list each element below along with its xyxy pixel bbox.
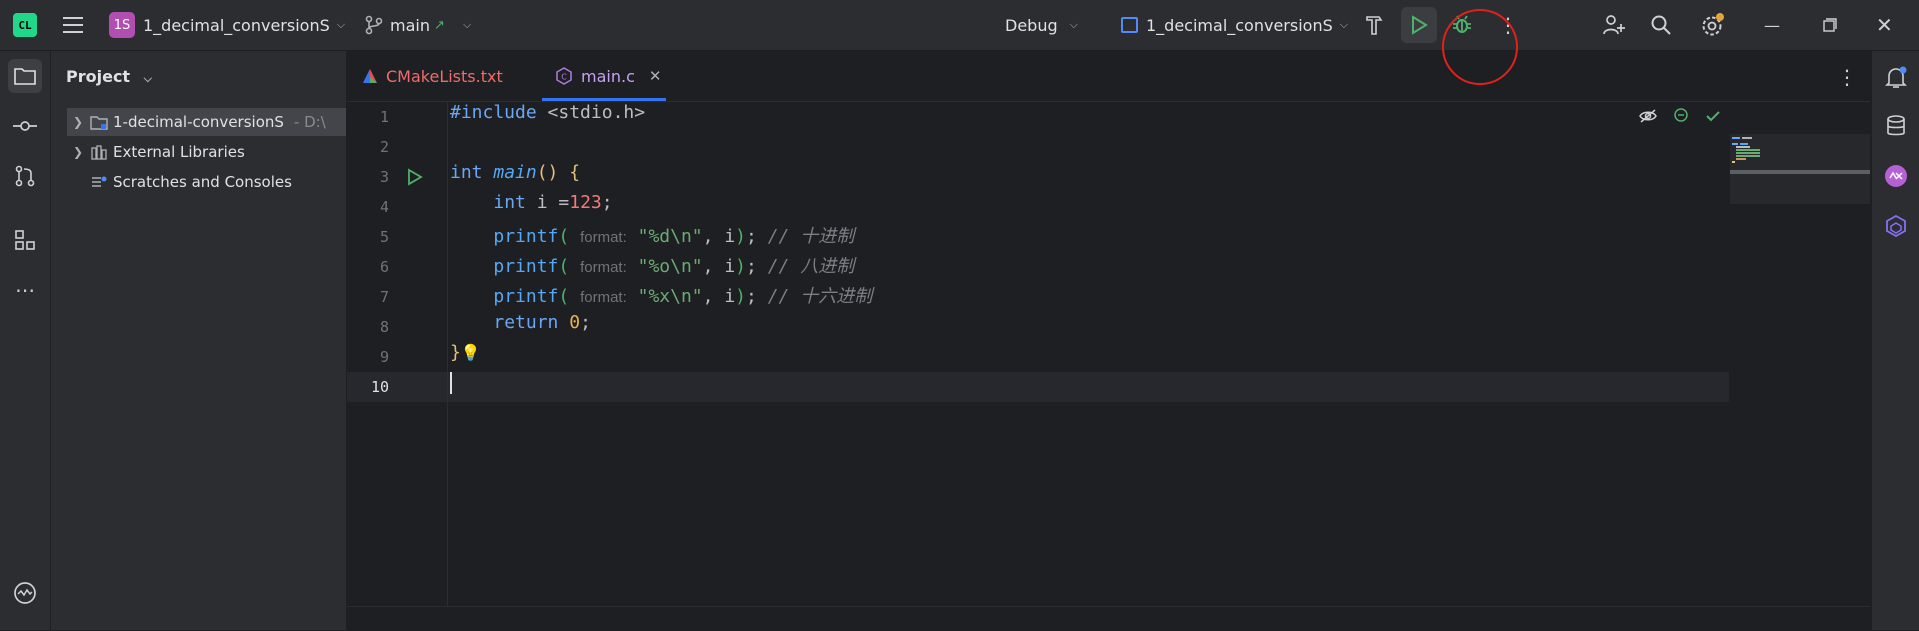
- project-name: 1_decimal_conversionS: [143, 15, 330, 35]
- code-line: printf( format: "%x\n", i); // 十六进制: [493, 286, 873, 307]
- main-menu-icon[interactable]: [62, 0, 84, 50]
- cmake-icon: [363, 69, 377, 83]
- restore-window-icon[interactable]: [1823, 0, 1837, 50]
- parameter-hint: format:: [580, 259, 627, 276]
- code-line: printf( format: "%o\n", i); // 八进制: [493, 256, 855, 277]
- clion-logo-icon[interactable]: CL: [13, 13, 37, 37]
- code-line: }💡: [450, 342, 481, 363]
- project-tool-window: Project ⌵ ❯ 1-decimal-conversionS - D:\ …: [51, 51, 347, 630]
- code-line: int i =123;: [493, 192, 613, 213]
- minimize-window-icon[interactable]: —: [1764, 0, 1780, 50]
- line-number: 9: [379, 348, 389, 366]
- minimap-preview: [1732, 137, 1760, 163]
- code-minimap[interactable]: [1730, 134, 1870, 204]
- library-icon: [89, 144, 109, 160]
- chevron-right-icon[interactable]: ❯: [67, 115, 89, 129]
- line-number: 1: [379, 108, 389, 126]
- tab-cmakelists[interactable]: CMakeLists.txt: [362, 51, 503, 101]
- tab-main-c[interactable]: C main.c ✕: [555, 51, 661, 101]
- code-line: int main() {: [450, 162, 581, 183]
- tree-item-path: - D:\: [293, 113, 326, 131]
- parameter-hint: format:: [580, 289, 627, 306]
- current-line-highlight: [347, 372, 1729, 402]
- project-folder-icon[interactable]: [8, 59, 42, 93]
- editor-bottom-strip: [347, 606, 1870, 631]
- inspection-widget: [1639, 107, 1721, 127]
- editor-gutter: 1 2 3 4 5 6 7 8 9 10: [347, 102, 448, 612]
- reader-mode-eye-icon[interactable]: [1639, 108, 1657, 127]
- tree-item-external-libraries[interactable]: ❯ External Libraries: [67, 138, 346, 166]
- ai-assistant-icon[interactable]: [1883, 163, 1909, 189]
- text-caret: [450, 372, 452, 394]
- close-tab-icon[interactable]: ✕: [649, 67, 662, 85]
- line-number: 2: [379, 138, 389, 156]
- close-window-icon[interactable]: ✕: [1876, 0, 1893, 50]
- scratches-icon: [89, 174, 109, 190]
- project-switcher[interactable]: 1_decimal_conversionS ⌵: [143, 0, 345, 50]
- right-tool-strip: [1871, 51, 1919, 630]
- left-tool-strip: ⋯: [0, 51, 51, 630]
- notifications-bell-icon[interactable]: [1883, 65, 1909, 91]
- run-play-icon: [1412, 15, 1428, 35]
- active-tab-indicator: [542, 98, 666, 101]
- chevron-down-icon: ⌵: [143, 72, 152, 85]
- git-branch-icon[interactable]: [365, 0, 383, 50]
- line-number: 3: [379, 168, 389, 186]
- svg-text:C: C: [561, 73, 567, 82]
- project-badge[interactable]: 1S: [109, 12, 135, 38]
- code-line: printf( format: "%d\n", i); // 十进制: [493, 226, 855, 247]
- gutter-run-icon[interactable]: [407, 168, 423, 190]
- tree-item-label: 1-decimal-conversionS: [113, 113, 284, 131]
- c-file-icon: C: [556, 67, 572, 85]
- more-tools-icon[interactable]: ⋯: [8, 273, 42, 307]
- chevron-down-icon: ⌵: [1339, 18, 1349, 31]
- line-number: 10: [370, 378, 389, 396]
- chevron-down-icon: ⌵: [336, 18, 346, 31]
- line-number: 5: [379, 228, 389, 246]
- build-config-selector[interactable]: Debug ⌵: [1005, 0, 1078, 50]
- project-view-selector[interactable]: Project ⌵: [66, 67, 152, 86]
- plugin-cube-icon[interactable]: [1883, 213, 1909, 239]
- chevron-right-icon[interactable]: ❯: [67, 145, 89, 159]
- tree-item-label: External Libraries: [113, 143, 245, 161]
- database-icon[interactable]: [1883, 113, 1909, 139]
- chevron-down-icon[interactable]: ⌵: [463, 0, 471, 50]
- tree-item-scratches[interactable]: Scratches and Consoles: [67, 168, 346, 196]
- lightbulb-icon[interactable]: 💡: [461, 343, 481, 362]
- run-button[interactable]: [1401, 7, 1437, 43]
- commit-icon[interactable]: [8, 109, 42, 143]
- editor-area: CMakeLists.txt C main.c ✕ ⋮ 1 2 3 4 5 6 …: [347, 51, 1870, 631]
- settings-gear-icon[interactable]: [1700, 0, 1726, 50]
- search-icon[interactable]: [1650, 0, 1672, 50]
- parameter-hint: format:: [580, 229, 627, 246]
- code-line: #include <stdio.h>: [450, 102, 646, 123]
- build-hammer-icon[interactable]: [1364, 0, 1384, 50]
- title-bar: CL 1S 1_decimal_conversionS ⌵ main ↗ ⌵ D…: [0, 0, 1919, 51]
- line-number: 8: [379, 318, 389, 336]
- folder-icon: [89, 114, 109, 130]
- no-problems-circle-icon[interactable]: [1673, 107, 1689, 127]
- services-icon[interactable]: [8, 576, 42, 610]
- code-line: return 0;: [493, 312, 591, 333]
- red-annotation-circle: [1442, 9, 1518, 85]
- minimap-viewport[interactable]: [1730, 170, 1870, 174]
- outgoing-changes-icon: ↗: [434, 17, 445, 33]
- run-config-selector[interactable]: 1_decimal_conversionS ⌵: [1146, 0, 1348, 50]
- tab-options-icon[interactable]: ⋮: [1837, 65, 1857, 89]
- pull-requests-icon[interactable]: [8, 159, 42, 193]
- structure-icon[interactable]: [8, 223, 42, 257]
- branch-name[interactable]: main: [390, 0, 430, 50]
- tree-item-project-root[interactable]: ❯ 1-decimal-conversionS - D:\: [67, 108, 346, 136]
- editor-tab-bar: CMakeLists.txt C main.c ✕ ⋮: [347, 51, 1870, 102]
- tree-item-label: Scratches and Consoles: [113, 173, 292, 191]
- inspection-ok-check-icon[interactable]: [1705, 108, 1721, 127]
- line-number: 7: [379, 288, 389, 306]
- run-config-icon: [1121, 17, 1138, 33]
- line-number: 4: [379, 198, 389, 216]
- line-number: 6: [379, 258, 389, 276]
- code-line: [450, 372, 452, 402]
- code-with-me-icon[interactable]: [1602, 0, 1626, 50]
- chevron-down-icon: ⌵: [1069, 18, 1078, 31]
